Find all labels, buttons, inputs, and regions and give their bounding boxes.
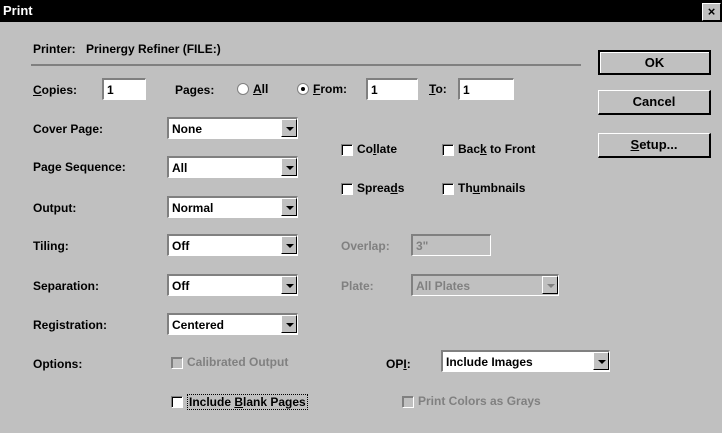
output-select[interactable]: Normal <box>167 196 298 218</box>
registration-label: Registration: <box>33 318 108 332</box>
chevron-down-icon[interactable] <box>281 315 297 333</box>
pages-label: Pages: <box>175 83 215 97</box>
window-title: Print <box>3 3 33 18</box>
calibrated-output-checkbox[interactable] <box>171 357 183 369</box>
include-blank-pages-label: Include Blank Pages <box>187 394 308 410</box>
separation-value: Off <box>172 279 190 293</box>
cover-page-value: None <box>172 122 202 136</box>
opi-value: Include Images <box>446 355 533 369</box>
plate-select[interactable]: All Plates <box>411 274 559 296</box>
ok-button[interactable]: OK <box>598 50 711 75</box>
tiling-value: Off <box>172 239 190 253</box>
separator-line <box>31 64 581 66</box>
chevron-down-icon[interactable] <box>281 158 297 176</box>
overlap-label: Overlap: <box>341 239 390 253</box>
printer-name: Prinergy Refiner (FILE:) <box>86 42 221 56</box>
setup-button[interactable]: Setup... <box>598 133 711 158</box>
pages-to-label: To: <box>429 82 447 96</box>
print-colors-as-grays-checkbox[interactable] <box>402 396 414 408</box>
registration-value: Centered <box>172 318 225 332</box>
spreads-label: Spreads <box>357 181 405 195</box>
chevron-down-icon[interactable] <box>281 236 297 254</box>
tiling-label: Tiling: <box>33 239 69 253</box>
registration-select[interactable]: Centered <box>167 313 298 335</box>
pages-all-label: All <box>253 82 269 96</box>
copies-input[interactable]: 1 <box>102 78 146 100</box>
title-bar: Print × <box>0 0 722 22</box>
calibrated-output-label: Calibrated Output <box>187 355 289 369</box>
include-blank-pages-checkbox[interactable] <box>171 396 183 408</box>
opi-label: OPI: <box>386 357 411 371</box>
collate-checkbox[interactable] <box>341 144 353 156</box>
cover-page-select[interactable]: None <box>167 117 298 139</box>
page-sequence-label: Page Sequence: <box>33 160 126 174</box>
options-label: Options: <box>33 357 83 371</box>
close-button[interactable]: × <box>702 3 721 21</box>
printer-label: Printer: <box>33 42 76 56</box>
pages-from-radio[interactable] <box>297 83 309 95</box>
separation-select[interactable]: Off <box>167 274 298 296</box>
cancel-button[interactable]: Cancel <box>598 90 711 115</box>
tiling-select[interactable]: Off <box>167 234 298 256</box>
pages-all-radio[interactable] <box>237 83 249 95</box>
opi-select[interactable]: Include Images <box>441 350 610 372</box>
thumbnails-checkbox[interactable] <box>442 183 454 195</box>
cover-page-label: Cover Page: <box>33 122 104 136</box>
collate-label: Collate <box>357 142 398 156</box>
page-sequence-value: All <box>172 161 188 175</box>
spreads-checkbox[interactable] <box>341 183 353 195</box>
overlap-input[interactable]: 3" <box>411 234 491 256</box>
chevron-down-icon[interactable] <box>593 352 609 370</box>
back-to-front-label: Back to Front <box>458 142 536 156</box>
chevron-down-icon[interactable] <box>281 119 297 137</box>
pages-to-input[interactable]: 1 <box>458 78 514 100</box>
back-to-front-checkbox[interactable] <box>442 144 454 156</box>
pages-from-label: From: <box>313 82 348 96</box>
thumbnails-label: Thumbnails <box>458 181 526 195</box>
output-label: Output: <box>33 201 77 215</box>
plate-label: Plate: <box>341 279 374 293</box>
page-sequence-select[interactable]: All <box>167 156 298 178</box>
print-dialog: Print × Printer: Prinergy Refiner (FILE:… <box>0 0 722 433</box>
chevron-down-icon[interactable] <box>281 276 297 294</box>
output-value: Normal <box>172 201 214 215</box>
chevron-down-icon[interactable] <box>281 198 297 216</box>
separation-label: Separation: <box>33 279 100 293</box>
chevron-down-icon[interactable] <box>542 276 558 294</box>
copies-label: Copies: <box>33 83 78 97</box>
pages-from-input[interactable]: 1 <box>366 78 418 100</box>
plate-value: All Plates <box>416 279 471 293</box>
print-colors-as-grays-label: Print Colors as Grays <box>418 394 541 408</box>
